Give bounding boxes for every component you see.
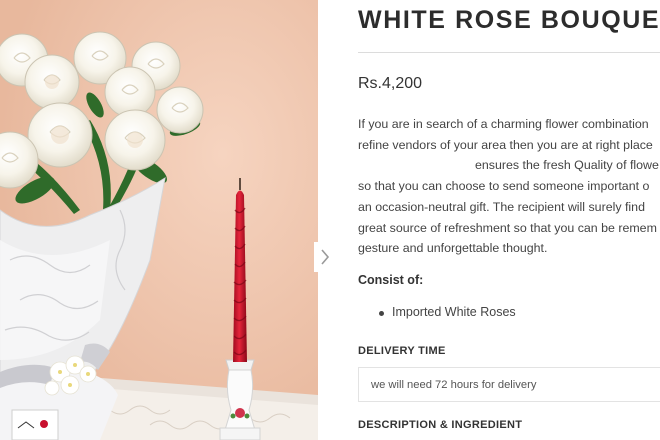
delivery-time-value: we will need 72 hours for delivery [371, 378, 537, 391]
delivery-time-field[interactable]: we will need 72 hours for delivery [358, 367, 660, 402]
description-line: ensures the fresh Quality of flowe [475, 158, 659, 173]
consist-list: Imported White Roses [358, 305, 516, 319]
description-ingredient-tab[interactable]: DESCRIPTION & INGREDIENT [358, 419, 522, 431]
title-divider [358, 52, 660, 53]
product-title: WHITE ROSE BOUQUET [358, 6, 660, 34]
description-line: an occasion-neutral gift. The recipient … [358, 199, 645, 214]
description-line: so that you can choose to send someone i… [358, 179, 650, 194]
delivery-time-label: DELIVERY TIME [358, 345, 446, 357]
description-line: gesture and unforgettable thought. [358, 241, 548, 256]
product-price: Rs.4,200 [358, 75, 423, 92]
product-image[interactable] [0, 0, 318, 440]
description-line: refine vendors of your area then you are… [358, 137, 653, 152]
description-line: If you are in search of a charming flowe… [358, 117, 649, 131]
product-details: WHITE ROSE BOUQUET Rs.4,200 If you are i… [358, 0, 660, 440]
consist-heading: Consist of: [358, 273, 424, 287]
chevron-right-icon [321, 249, 330, 265]
list-item: Imported White Roses [358, 305, 516, 319]
product-description: If you are in search of a charming flowe… [358, 114, 660, 259]
description-line: great source of refreshment so that you … [358, 220, 657, 235]
gallery-next-button[interactable] [314, 242, 336, 272]
